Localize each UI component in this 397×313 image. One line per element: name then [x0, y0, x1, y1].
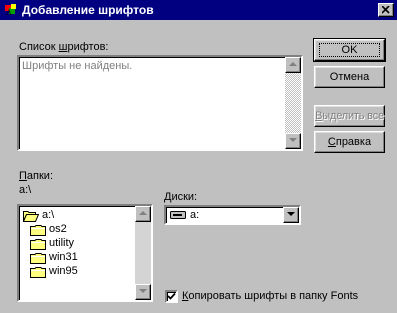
- folder-list[interactable]: a:\ os2 utility win31 win95: [17, 204, 153, 302]
- drives-dropdown-button[interactable]: [283, 207, 299, 223]
- help-button[interactable]: Справка: [314, 131, 385, 153]
- checkmark-icon: [167, 292, 176, 300]
- folder-icon: [30, 239, 46, 250]
- font-list-label: Список шрифтов:: [19, 41, 109, 53]
- scroll-up-button[interactable]: [285, 57, 301, 73]
- window-title: Добавление шрифтов: [22, 3, 154, 17]
- folder-list-scroll-track[interactable]: [135, 222, 151, 284]
- folder-list-scrollbar[interactable]: [135, 206, 151, 300]
- copy-fonts-checkbox[interactable]: [165, 290, 178, 303]
- copy-fonts-label[interactable]: Копировать шрифты в папку Fonts: [182, 290, 358, 303]
- up-arrow-icon: [139, 211, 147, 215]
- scroll-down-button[interactable]: [285, 133, 301, 149]
- font-list-empty-text: Шрифты не найдены.: [22, 60, 133, 72]
- folder-icon: [30, 225, 46, 236]
- font-list-scrollbar[interactable]: [285, 57, 301, 149]
- drives-select[interactable]: a:: [164, 205, 301, 225]
- drives-label: Диски:: [164, 191, 198, 203]
- font-app-icon: A: [5, 4, 16, 17]
- folder-icon: [30, 267, 46, 278]
- drives-selected-value: a:: [190, 209, 200, 221]
- close-button[interactable]: [378, 3, 394, 17]
- open-folder-icon: [23, 211, 39, 222]
- close-icon: [382, 6, 390, 14]
- select-all-button[interactable]: Выделить все: [314, 105, 385, 127]
- scroll-up-button[interactable]: [135, 206, 151, 222]
- folders-label: Папки:: [19, 170, 53, 182]
- font-list[interactable]: Шрифты не найдены.: [17, 55, 303, 151]
- font-list-scroll-track[interactable]: [285, 73, 301, 133]
- floppy-drive-icon: [170, 211, 186, 219]
- ok-button[interactable]: OK: [313, 38, 386, 62]
- chevron-down-icon: [287, 212, 295, 216]
- focus-rect: [319, 43, 380, 57]
- down-arrow-icon: [289, 138, 297, 142]
- current-path: a:\: [19, 184, 32, 196]
- scroll-down-button[interactable]: [135, 284, 151, 300]
- down-arrow-icon: [139, 289, 147, 293]
- up-arrow-icon: [289, 62, 297, 66]
- folder-icon: [30, 253, 46, 264]
- title-bar[interactable]: A Добавление шрифтов: [0, 0, 397, 20]
- cancel-button[interactable]: Отмена: [314, 66, 385, 88]
- svg-text:A: A: [6, 8, 12, 17]
